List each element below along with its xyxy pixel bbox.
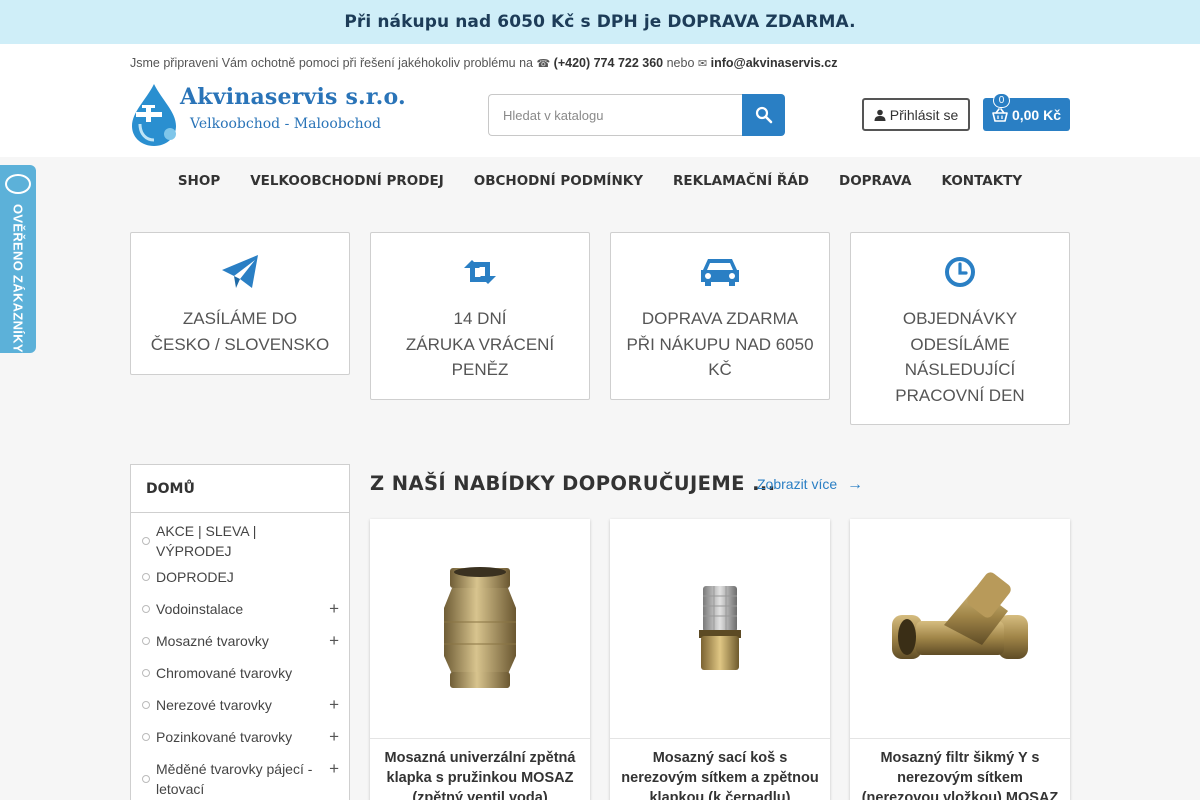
water-drop-logo-icon [132, 84, 176, 146]
section-title: Z NAŠÍ NABÍDKY DOPORUČUJEME ... [370, 472, 776, 495]
search-input[interactable] [488, 94, 743, 136]
category-list: AKCE | SLEVA | VÝPRODEJ DOPRODEJ Vodoins… [131, 513, 349, 800]
car-icon [611, 253, 829, 291]
category-item[interactable]: Nerezové tvarovky + [131, 689, 349, 721]
product-name[interactable]: Mosazný filtr šikmý Y s nerezovým sítkem… [850, 739, 1070, 800]
product-card[interactable]: Mosazný filtr šikmý Y s nerezovým sítkem… [850, 519, 1070, 800]
login-label: Přihlásit se [889, 106, 959, 123]
feature-box-refund: 14 DNÍ ZÁRUKA VRÁCENÍ PENĚZ [370, 232, 590, 400]
main-nav: SHOP VELKOOBCHODNÍ PRODEJ OBCHODNÍ PODMÍ… [0, 157, 1200, 205]
category-label: Nerezové tvarovky [156, 697, 272, 713]
feature-text-line: PENĚZ [451, 360, 509, 379]
feature-text-line: ČESKO / SLOVENSKO [150, 334, 330, 354]
bullet-icon [142, 701, 150, 709]
category-item[interactable]: Vodoinstalace + [131, 593, 349, 625]
login-button[interactable]: Přihlásit se [862, 98, 970, 131]
feature-text-line: ZÁRUKA VRÁCENÍ [405, 334, 555, 354]
nav-item-wholesale[interactable]: VELKOOBCHODNÍ PRODEJ [250, 173, 444, 189]
or-text: nebo [666, 56, 695, 70]
nav-item-shipping[interactable]: DOPRAVA [839, 173, 911, 189]
logo-title: Akvinaservis s.r.o. [180, 84, 406, 110]
category-item[interactable]: Pozinkované tvarovky + [131, 721, 349, 753]
help-text: Jsme připraveni Vám ochotně pomoci při ř… [130, 56, 533, 70]
search-bar [488, 94, 785, 136]
category-label: Vodoinstalace [156, 601, 244, 617]
see-more-link[interactable]: Zobrazit více → [757, 476, 863, 494]
contact-line: Jsme připraveni Vám ochotně pomoci při ř… [130, 56, 837, 70]
y-strainer-image[interactable] [850, 519, 1070, 739]
product-card[interactable]: Mosazný sací koš s nerezovým sítkem a zp… [610, 519, 830, 800]
expand-plus-icon[interactable]: + [329, 759, 339, 779]
bullet-icon [142, 733, 150, 741]
verified-tab-label: OVĚŘENO ZÁKAZNÍKY [10, 204, 26, 353]
feature-text-line: NÁSLEDUJÍCÍ [904, 360, 1016, 379]
sidebar-heading[interactable]: DOMŮ [131, 465, 349, 513]
category-label: Chromované tvarovky [156, 665, 293, 681]
feature-text-line: ZASÍLÁME DO [182, 309, 298, 328]
suction-strainer-image[interactable] [610, 519, 830, 739]
feature-box-shipping: ZASÍLÁME DO ČESKO / SLOVENSKO [130, 232, 350, 375]
product-card[interactable]: Mosazná univerzální zpětná klapka s pruž… [370, 519, 590, 800]
feature-box-free-delivery: DOPRAVA ZDARMA PŘI NÁKUPU NAD 6050 Kč [610, 232, 830, 400]
phone-icon: ☎ [536, 58, 551, 70]
cart-total: 0,00 Kč [1011, 106, 1062, 123]
paper-plane-icon [131, 253, 349, 291]
expand-plus-icon[interactable]: + [329, 599, 339, 619]
user-icon [874, 109, 886, 121]
feature-text-line: PŘI NÁKUPU NAD 6050 [626, 334, 814, 354]
phone-link[interactable]: (+420) 774 722 360 [554, 56, 663, 70]
category-label: Pozinkované tvarovky [156, 729, 293, 745]
category-label: Mosazné tvarovky [156, 633, 269, 649]
promo-text: Při nákupu nad 6050 Kč s DPH je DOPRAVA … [344, 12, 856, 32]
basket-icon [992, 107, 1008, 122]
bullet-icon [142, 775, 150, 783]
feature-text-line: Kč [708, 360, 732, 379]
category-label: Měděné tvarovky pájecí - letovací [156, 761, 313, 797]
check-valve-image[interactable] [370, 519, 590, 739]
expand-plus-icon[interactable]: + [329, 727, 339, 747]
category-label: AKCE | SLEVA | VÝPRODEJ [156, 523, 257, 559]
nav-item-terms[interactable]: OBCHODNÍ PODMÍNKY [474, 173, 643, 189]
clock-icon [851, 253, 1069, 291]
arrow-right-icon: → [847, 476, 864, 493]
promo-bar: Při nákupu nad 6050 Kč s DPH je DOPRAVA … [0, 0, 1200, 44]
category-item[interactable]: DOPRODEJ [131, 561, 349, 593]
feature-text-line: DOPRAVA ZDARMA [641, 309, 799, 328]
logo-subtitle: Velkoobchod - Maloobchod [190, 116, 381, 132]
feature-text-line: 14 DNÍ [453, 309, 507, 328]
expand-plus-icon[interactable]: + [329, 631, 339, 651]
category-item[interactable]: Měděné tvarovky pájecí - letovací + [131, 753, 349, 800]
search-button[interactable] [742, 94, 785, 136]
category-item[interactable]: AKCE | SLEVA | VÝPRODEJ [131, 521, 349, 561]
feature-box-dispatch: OBJEDNÁVKY ODESÍLÁME NÁSLEDUJÍCÍ PRACOVN… [850, 232, 1070, 425]
feature-text-line: ODESÍLÁME [910, 334, 1010, 354]
cart-count-badge: 0 [993, 93, 1010, 108]
feature-text-line: OBJEDNÁVKY [902, 309, 1018, 328]
expand-plus-icon[interactable]: + [329, 695, 339, 715]
product-name[interactable]: Mosazná univerzální zpětná klapka s pruž… [370, 739, 590, 800]
bullet-icon [142, 573, 150, 581]
nav-item-shop[interactable]: SHOP [178, 173, 220, 189]
bullet-icon [142, 537, 150, 545]
email-link[interactable]: info@akvinaservis.cz [711, 56, 838, 70]
magnifier-icon [755, 106, 772, 124]
bullet-icon [142, 669, 150, 677]
bullet-icon [142, 605, 150, 613]
feature-text-line: PRACOVNÍ DEN [895, 385, 1025, 405]
verified-seal-icon [5, 174, 31, 195]
bullet-icon [142, 637, 150, 645]
category-sidebar: DOMŮ AKCE | SLEVA | VÝPRODEJ DOPRODEJ Vo… [130, 464, 350, 800]
nav-item-complaints[interactable]: REKLAMAČNÍ ŘÁD [673, 173, 809, 189]
product-name[interactable]: Mosazný sací koš s nerezovým sítkem a zp… [610, 739, 830, 800]
logo[interactable]: Akvinaservis s.r.o. Velkoobchod - Maloob… [130, 82, 430, 148]
nav-item-contacts[interactable]: KONTAKTY [941, 173, 1022, 189]
category-item[interactable]: Mosazné tvarovky + [131, 625, 349, 657]
envelope-icon: ✉ [697, 58, 708, 70]
category-label: DOPRODEJ [156, 569, 234, 585]
verified-customers-tab[interactable]: OVĚŘENO ZÁKAZNÍKY [0, 165, 36, 353]
category-item[interactable]: Chromované tvarovky [131, 657, 349, 689]
retweet-arrows-icon [371, 253, 589, 291]
see-more-label: Zobrazit více [757, 476, 838, 492]
